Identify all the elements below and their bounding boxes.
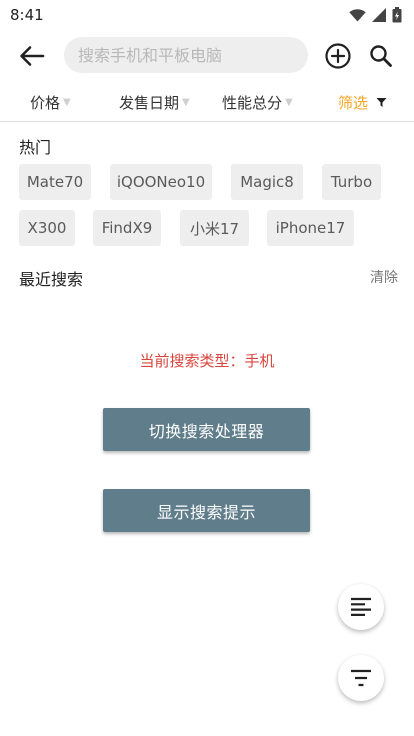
align-fab-button[interactable] (338, 584, 384, 630)
status-icons (349, 7, 402, 23)
hot-chip[interactable]: 小米17 (180, 210, 249, 246)
filter-performance[interactable]: 性能总分 ▼ (222, 92, 293, 113)
clear-button[interactable]: 清除 (370, 267, 398, 287)
add-button[interactable] (324, 42, 352, 70)
hot-chip[interactable]: iQOONeo10 (110, 164, 212, 200)
triangle-down-icon: ▼ (285, 97, 293, 108)
show-hints-button[interactable]: 显示搜索提示 (103, 489, 310, 532)
filter-bar: 价格 ▼ 发售日期 ▼ 性能总分 ▼ 筛选 (0, 82, 414, 122)
wifi-icon (349, 9, 366, 22)
magnifier-icon (370, 45, 392, 67)
hot-chip[interactable]: iPhone17 (267, 210, 354, 246)
funnel-icon (376, 98, 387, 107)
filter-screen[interactable]: 筛选 (338, 92, 387, 113)
signal-icon (372, 8, 386, 22)
filter-lines-icon (351, 669, 371, 687)
search-box[interactable] (64, 37, 308, 73)
switch-handler-button[interactable]: 切换搜索处理器 (103, 408, 310, 451)
search-page: 8:41 搜索手机和平板电脑 价格 ▼ 发售日期 ▼ 性能总分 ▼ 筛选 热门 … (0, 0, 414, 736)
hot-chip[interactable]: X300 (19, 210, 75, 246)
search-button[interactable] (368, 43, 394, 69)
status-time: 8:41 (10, 6, 44, 24)
hot-chip[interactable]: FindX9 (93, 210, 161, 246)
battery-icon (392, 7, 402, 23)
hot-chip[interactable]: Mate70 (19, 164, 91, 200)
filter-label: 发售日期 (119, 94, 180, 112)
filter-fab-button[interactable] (338, 655, 384, 701)
hot-title: 热门 (19, 138, 52, 157)
status-bar: 8:41 (0, 0, 414, 30)
filter-release-date[interactable]: 发售日期 ▼ (119, 92, 190, 113)
filter-label: 价格 (30, 94, 61, 112)
triangle-down-icon: ▼ (63, 97, 71, 108)
recent-title: 最近搜索 (19, 270, 84, 289)
triangle-down-icon: ▼ (182, 97, 190, 108)
plus-circle-icon (325, 43, 351, 69)
app-bar (0, 30, 414, 82)
back-button[interactable] (19, 44, 45, 68)
align-left-icon (351, 597, 371, 616)
arrow-left-icon (20, 46, 45, 66)
search-input[interactable] (78, 45, 294, 65)
hot-chip[interactable]: Magic8 (231, 164, 303, 200)
filter-label: 性能总分 (222, 94, 283, 112)
filter-label: 筛选 (338, 94, 369, 112)
filter-price[interactable]: 价格 ▼ (30, 92, 71, 113)
search-type-text: 当前搜索类型：手机 (139, 352, 275, 370)
hot-chip[interactable]: Turbo (322, 164, 381, 200)
